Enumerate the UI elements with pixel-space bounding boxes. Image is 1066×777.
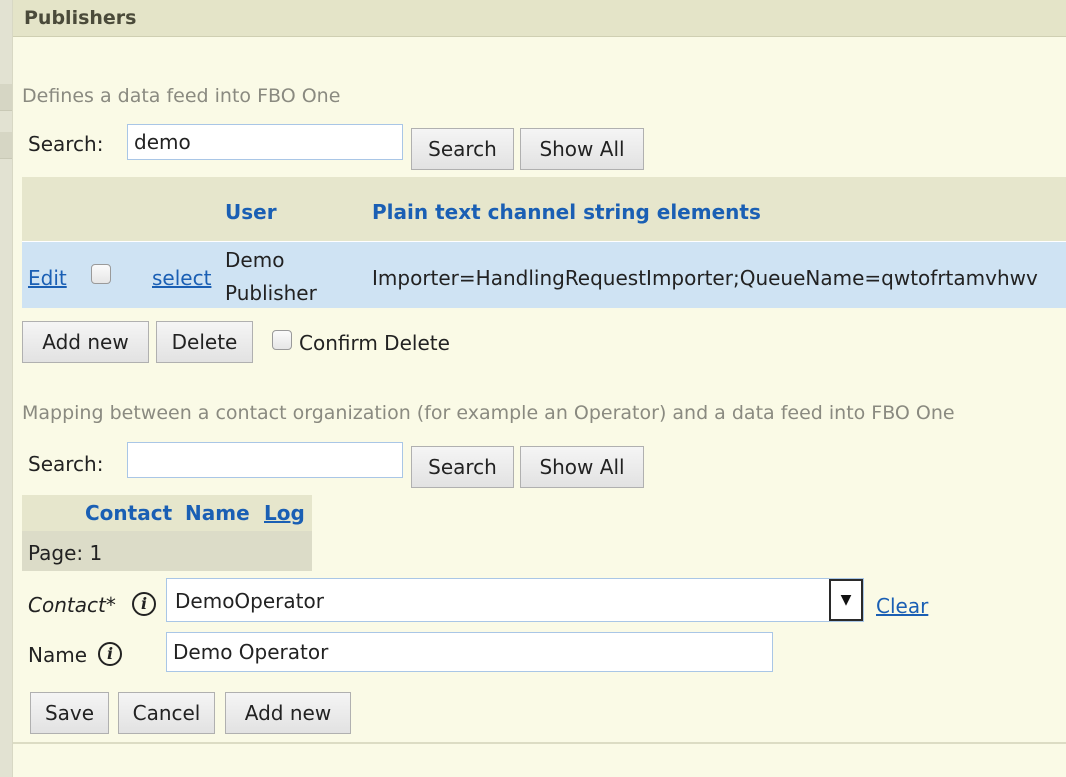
column-header-contact[interactable]: Contact <box>85 501 172 525</box>
name-field[interactable] <box>166 632 773 672</box>
page-title: Publishers <box>24 7 137 29</box>
mapping-table-header: Contact Name Log <box>22 495 312 531</box>
publisher-search-button[interactable]: Search <box>411 128 514 170</box>
mapping-search-input[interactable] <box>127 442 403 478</box>
contact-select[interactable]: DemoOperator ▼ <box>166 578 864 622</box>
edit-link[interactable]: Edit <box>28 266 67 290</box>
publisher-show-all-button[interactable]: Show All <box>520 128 644 170</box>
column-header-log-link[interactable]: Log <box>264 501 305 525</box>
channel-string-cell: Importer=HandlingRequestImporter;QueueNa… <box>372 266 1038 290</box>
divider <box>13 742 1066 744</box>
publishers-panel: Publishers Defines a data feed into FBO … <box>12 0 1066 777</box>
contact-select-value: DemoOperator <box>175 589 324 613</box>
column-header-name[interactable]: Name <box>185 501 250 525</box>
confirm-delete-label: Confirm Delete <box>299 331 450 355</box>
pager: Page: 1 <box>22 531 312 571</box>
pager-text: Page: 1 <box>28 541 103 565</box>
triangle-down-icon[interactable]: ▼ <box>829 579 863 621</box>
mapping-description: Mapping between a contact organization (… <box>22 402 955 424</box>
table-row[interactable]: Edit select Demo Publisher Importer=Hand… <box>22 242 1066 308</box>
left-nav-segment <box>0 132 12 159</box>
panel-header: Publishers <box>13 0 1066 37</box>
row-checkbox-icon[interactable] <box>91 264 111 284</box>
add-new-publisher-button[interactable]: Add new <box>22 321 149 363</box>
delete-publisher-button[interactable]: Delete <box>156 321 253 363</box>
cancel-button[interactable]: Cancel <box>118 692 215 734</box>
name-info-icon[interactable]: i <box>98 642 122 666</box>
contact-info-icon[interactable]: i <box>132 592 156 616</box>
left-nav-strip <box>0 0 12 777</box>
user-name-line2: Publisher <box>225 281 317 305</box>
clear-link[interactable]: Clear <box>876 594 928 618</box>
contact-label: Contact* <box>28 593 116 617</box>
publishers-table-header: User Plain text channel string elements <box>22 177 1066 242</box>
column-header-channel-string[interactable]: Plain text channel string elements <box>372 200 761 224</box>
mapping-show-all-button[interactable]: Show All <box>520 446 644 488</box>
save-button[interactable]: Save <box>30 692 109 734</box>
column-header-user[interactable]: User <box>225 200 277 224</box>
publishers-description: Defines a data feed into FBO One <box>22 85 341 107</box>
left-nav-segment <box>0 84 12 111</box>
confirm-delete-checkbox-icon[interactable] <box>272 330 292 350</box>
publisher-search-input[interactable] <box>127 124 403 160</box>
search-label: Search: <box>28 132 104 156</box>
user-name-line1: Demo <box>225 248 285 272</box>
name-label: Name <box>28 643 88 667</box>
select-link[interactable]: select <box>152 266 211 290</box>
add-new-mapping-button[interactable]: Add new <box>225 692 351 734</box>
mapping-search-label: Search: <box>28 452 104 476</box>
mapping-search-button[interactable]: Search <box>411 446 514 488</box>
